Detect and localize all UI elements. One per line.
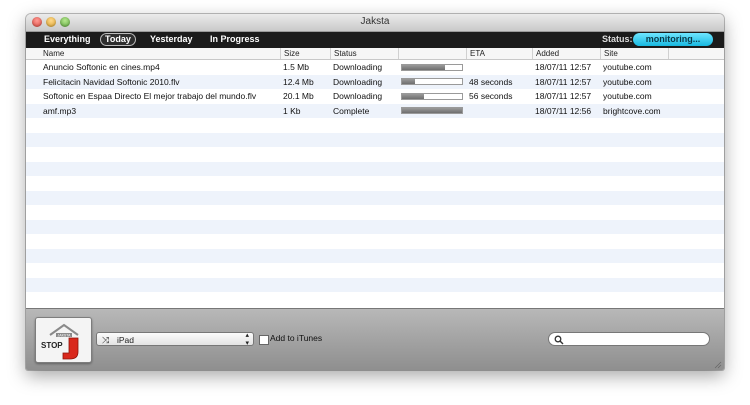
stop-label: STOP [41,341,63,350]
cell-eta: 56 seconds [469,91,513,101]
table-row[interactable]: Felicitacin Navidad Softonic 2010.flv 12.… [26,75,724,90]
cell-name: Softonic en Espaa Directo El mejor traba… [43,91,257,101]
column-header-extra [668,48,724,59]
cell-status: Downloading [333,76,383,87]
table-stripe [26,205,724,220]
cell-added: 18/07/11 12:56 [535,105,592,116]
table-stripe [26,161,724,176]
cell-added: 18/07/11 12:57 [535,76,592,87]
column-header-status[interactable]: Status [330,48,398,59]
cell-eta: 48 seconds [469,76,513,87]
tab-in-progress[interactable]: In Progress [206,34,264,45]
shuffle-icon: ⤨ [102,335,110,345]
resize-grip-icon[interactable] [714,361,722,369]
table-header: Name Size Status ETA Added Site [26,48,724,60]
cell-size: 1 Kb [283,105,301,116]
device-select-value: iPad [117,335,135,345]
bottom-bar: JAKSTA STOP ⤨ iPad ▴ ▾ Add to iTunes [26,308,724,370]
filter-toolbar: Everything Today Yesterday In Progress S… [26,32,724,48]
progress-fill [402,108,462,113]
progress-bar [401,92,463,100]
cell-status: Downloading [333,62,383,72]
window-title: Jaksta [360,16,390,27]
cell-site: youtube.com [603,76,652,87]
progress-bar [401,107,463,114]
table-stripe [26,234,724,249]
table-row[interactable]: amf.mp3 1 Kb Complete 18/07/11 12:56 brightc… [26,104,724,119]
cell-name: amf.mp3 [43,105,77,116]
cell-name: Felicitacin Navidad Softonic 2010.flv [43,76,180,87]
cell-added: 18/07/11 12:57 [535,91,592,101]
tab-yesterday[interactable]: Yesterday [146,34,197,45]
downloads-table: Name Size Status ETA Added Site Anuncio … [26,48,724,308]
table-stripe [26,292,724,307]
add-to-itunes-checkbox[interactable] [259,335,269,345]
table-stripe [26,118,724,133]
search-input[interactable] [565,334,701,344]
status-label: Status: [602,34,633,44]
app-window: Jaksta Everything Today Yesterday In Pro… [26,14,724,370]
table-row[interactable]: Anuncio Softonic en cines.mp4 1.5 Mb Downl… [26,60,724,75]
table-stripe [26,277,724,292]
tab-today[interactable]: Today [100,33,136,46]
search-icon [554,335,564,344]
cell-site: youtube.com [603,91,652,101]
stop-j-icon: JAKSTA [49,323,79,360]
cell-status: Downloading [333,91,383,101]
cell-eta [469,104,531,119]
cell-site: brightcove.com [603,105,661,116]
table-stripe [26,132,724,147]
column-header-name[interactable]: Name [40,48,280,59]
column-header-eta[interactable]: ETA [466,48,532,59]
tab-everything[interactable]: Everything [40,34,95,45]
device-select[interactable]: ⤨ iPad ▴ ▾ [96,332,254,347]
progress-fill [402,64,446,70]
cell-status: Complete [333,105,370,116]
cell-eta [469,60,531,75]
column-header-added[interactable]: Added [532,48,600,59]
table-stripe [26,248,724,263]
cell-site: youtube.com [603,62,652,72]
select-arrows-icon: ▴ ▾ [245,332,249,347]
svg-text:JAKSTA: JAKSTA [58,334,72,338]
column-header-site[interactable]: Site [600,48,668,59]
table-row[interactable]: Softonic en Espaa Directo El mejor traba… [26,89,724,104]
title-bar[interactable]: Jaksta [26,14,724,32]
search-field[interactable] [548,332,710,346]
progress-bar [401,63,463,71]
column-header-size[interactable]: Size [280,48,330,59]
stop-button[interactable]: JAKSTA STOP [35,317,92,363]
cell-size: 1.5 Mb [283,62,309,72]
table-stripe [26,190,724,205]
cell-name: Anuncio Softonic en cines.mp4 [43,62,160,72]
column-header-progress[interactable] [398,48,466,59]
table-stripe [26,147,724,162]
table-stripe [26,176,724,191]
progress-bar [401,78,463,85]
cell-size: 12.4 Mb [283,76,314,87]
table-stripe [26,219,724,234]
cell-added: 18/07/11 12:57 [535,62,592,72]
progress-fill [402,93,424,99]
status-badge[interactable]: monitoring... [633,33,713,46]
cell-size: 20.1 Mb [283,91,314,101]
add-to-itunes-label: Add to iTunes [270,333,323,343]
table-stripe [26,263,724,278]
progress-fill [402,79,416,84]
table-body: Anuncio Softonic en cines.mp4 1.5 Mb Downl… [26,60,724,308]
